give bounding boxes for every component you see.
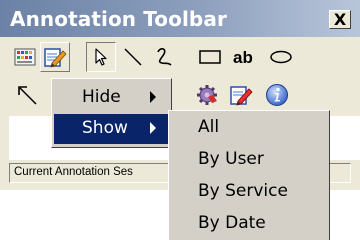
menu-item-label: Show <box>82 118 128 138</box>
menu-item-hide[interactable]: Hide <box>54 83 169 113</box>
settings-gear-button[interactable] <box>192 80 222 110</box>
toolbar-row-primary: ab <box>0 40 360 74</box>
edit-document-button[interactable] <box>40 42 70 72</box>
ellipse-icon <box>270 50 292 64</box>
grid-palette-icon <box>14 48 36 66</box>
grid-palette-button[interactable] <box>10 42 40 72</box>
context-menu: Hide Show <box>51 78 172 148</box>
settings-gear-icon <box>197 85 217 105</box>
menu-item-label: Hide <box>82 87 121 107</box>
submenu-item-by-user[interactable]: By User <box>198 149 264 169</box>
edit-note-icon <box>230 86 253 106</box>
ellipse-button[interactable] <box>266 42 296 72</box>
submenu-item-by-service[interactable]: By Service <box>198 181 288 201</box>
menu-item-show[interactable]: Show <box>54 114 169 144</box>
arrow-tool-button[interactable] <box>12 80 42 110</box>
show-submenu: All By User By Service By Date <box>168 110 330 240</box>
status-text: Current Annotation Ses <box>14 166 133 178</box>
freehand-button[interactable] <box>149 42 179 72</box>
close-button[interactable]: X <box>329 10 351 29</box>
info-button[interactable] <box>262 80 292 110</box>
arrow-tool-icon <box>18 86 37 105</box>
edit-note-button[interactable] <box>226 80 256 110</box>
edit-document-icon <box>44 48 67 68</box>
line-icon <box>124 48 142 66</box>
select-arrow-icon <box>95 48 107 66</box>
submenu-item-all[interactable]: All <box>198 117 219 137</box>
text-button[interactable]: ab <box>228 42 262 72</box>
submenu-arrow-icon <box>150 91 156 103</box>
freehand-icon <box>157 48 172 66</box>
submenu-item-by-date[interactable]: By Date <box>198 213 266 233</box>
title-bar[interactable]: Annotation Toolbar X <box>0 0 360 37</box>
submenu-arrow-icon <box>150 122 156 134</box>
rectangle-icon <box>199 50 221 64</box>
info-icon <box>266 84 288 106</box>
window-title: Annotation Toolbar <box>10 7 227 31</box>
rectangle-button[interactable] <box>195 42 225 72</box>
line-button[interactable] <box>118 42 148 72</box>
text-icon: ab <box>233 48 253 67</box>
select-arrow-button[interactable] <box>86 42 116 72</box>
